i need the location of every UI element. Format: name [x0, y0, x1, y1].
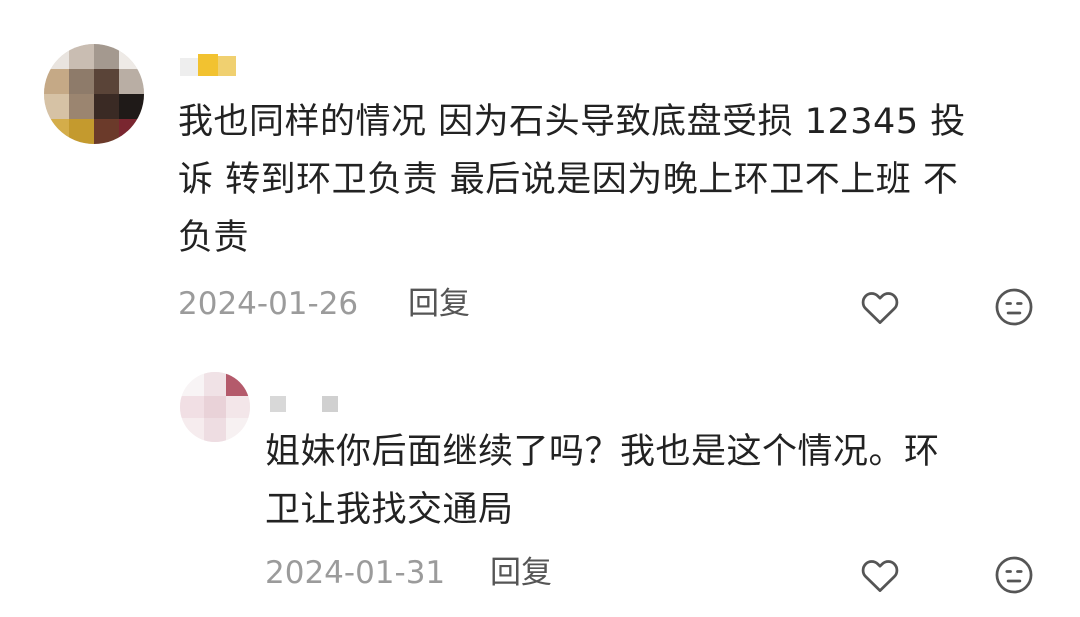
- avatar[interactable]: [180, 372, 250, 442]
- heart-outline-icon[interactable]: [858, 553, 902, 597]
- comment-date: 2024-01-31: [265, 555, 446, 591]
- heart-outline-icon[interactable]: [858, 285, 902, 329]
- username[interactable]: [180, 52, 240, 80]
- username[interactable]: [266, 392, 346, 412]
- comment-1: 我也同样的情况 因为石头导致底盘受损 12345 投 诉 转到环卫负责 最后说是…: [0, 0, 1080, 340]
- avatar[interactable]: [44, 44, 144, 144]
- comment-text: 姐妹你后面继续了吗？我也是这个情况。环 卫让我找交通局: [265, 432, 940, 530]
- comment-date: 2024-01-26: [178, 286, 359, 322]
- reply-button[interactable]: 回复: [408, 284, 470, 324]
- meh-face-icon[interactable]: [992, 285, 1036, 329]
- meh-face-icon[interactable]: [992, 553, 1036, 597]
- comment-text: 我也同样的情况 因为石头导致底盘受损 12345 投 诉 转到环卫负责 最后说是…: [178, 102, 966, 258]
- reply-button[interactable]: 回复: [490, 553, 552, 593]
- comment-2: 姐妹你后面继续了吗？我也是这个情况。环 卫让我找交通局 2024-01-31 回…: [0, 340, 1080, 617]
